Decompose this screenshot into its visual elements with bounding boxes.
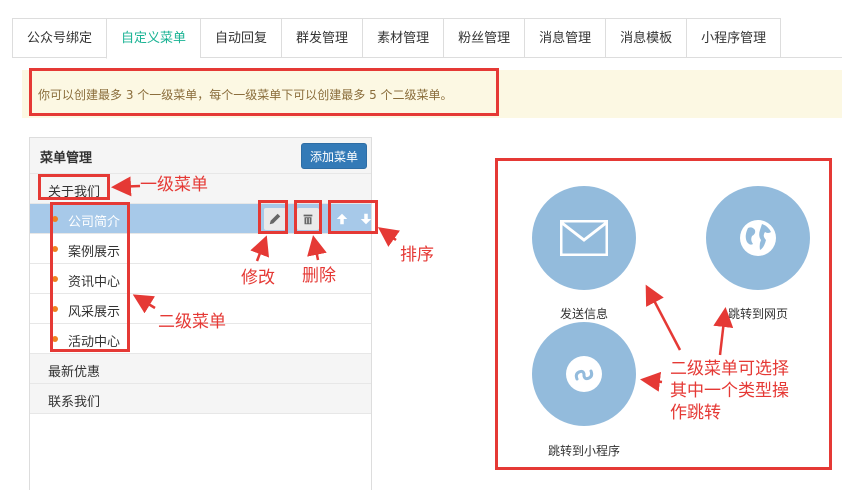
tab-bar: 公众号绑定 自定义菜单 自动回复 群发管理 素材管理 粉丝管理 消息管理 消息模… [12,18,842,59]
tab-material[interactable]: 素材管理 [362,18,444,58]
jump-web-option[interactable] [706,186,810,290]
menu-item-level1[interactable]: 联系我们 [30,384,371,414]
jump-miniprogram-label: 跳转到小程序 [548,444,621,458]
annotation-box-notice [29,68,499,116]
tab-fans[interactable]: 粉丝管理 [443,18,525,58]
tab-messages[interactable]: 消息管理 [524,18,606,58]
menu-panel-title: 菜单管理 [40,151,93,166]
annotation-box-level1 [38,174,110,200]
tab-custom-menu[interactable]: 自定义菜单 [106,18,201,59]
annotation-box-sort [328,200,378,234]
annotation-level1: 一级菜单 [140,175,208,195]
menu-item-label: 联系我们 [48,395,101,410]
annotation-edit: 修改 [241,268,275,288]
menu-item-level1[interactable]: 最新优惠 [30,354,371,384]
tab-mass-send[interactable]: 群发管理 [281,18,363,58]
tab-account-binding[interactable]: 公众号绑定 [12,18,107,58]
annotation-level2: 二级菜单 [158,312,226,332]
annotation-box-delete [294,200,322,234]
miniprogram-icon [566,356,602,392]
tab-auto-reply[interactable]: 自动回复 [200,18,282,58]
envelope-icon [560,220,608,256]
add-menu-button[interactable]: 添加菜单 [301,143,367,169]
annotation-types-line: 作跳转 [670,403,721,423]
annotation-box-level2 [50,202,130,352]
annotation-sort: 排序 [400,245,434,265]
annotation-delete: 删除 [302,266,336,286]
jump-miniprogram-option[interactable] [532,322,636,426]
annotation-types-line: 二级菜单可选择 [670,359,789,379]
annotation-types-line: 其中一个类型操 [670,381,789,401]
send-message-option[interactable] [532,186,636,290]
annotation-types: 二级菜单可选择 其中一个类型操 作跳转 [670,358,789,424]
globe-icon [740,220,776,256]
menu-panel-header: 菜单管理 添加菜单 [30,138,371,174]
annotation-box-edit [258,200,288,234]
tab-message-template[interactable]: 消息模板 [605,18,687,58]
send-message-label: 发送信息 [560,307,609,321]
tab-miniprogram[interactable]: 小程序管理 [686,18,782,58]
menu-item-label: 最新优惠 [48,365,101,380]
jump-web-label: 跳转到网页 [728,307,789,321]
